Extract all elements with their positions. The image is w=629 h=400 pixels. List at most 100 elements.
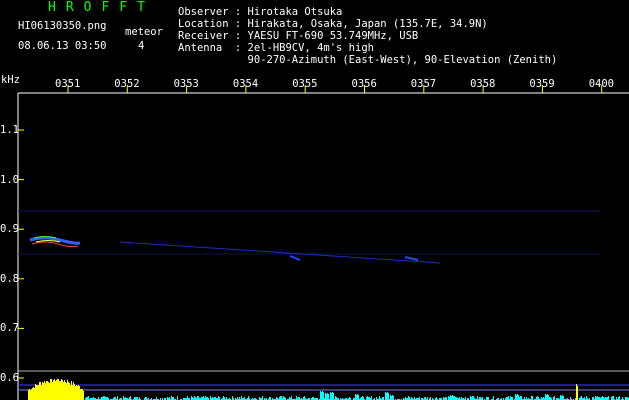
level-bar: [65, 382, 66, 400]
level-bar: [187, 396, 188, 400]
level-bar: [367, 396, 368, 400]
level-bar: [515, 394, 516, 400]
file-name: HI06130350.png: [18, 20, 107, 32]
level-bar: [547, 394, 548, 400]
level-bar: [54, 379, 55, 400]
level-bar: [218, 396, 219, 400]
date-time: 08.06.13 03:50: [18, 40, 107, 52]
level-bar: [41, 385, 42, 400]
level-bar: [586, 396, 587, 400]
level-bar: [55, 381, 56, 400]
level-bar: [331, 393, 332, 400]
level-bar: [42, 382, 43, 400]
level-bar: [61, 379, 62, 400]
level-bar: [328, 394, 329, 400]
level-bar: [327, 393, 328, 400]
level-bar: [453, 396, 454, 400]
level-bar: [56, 380, 57, 400]
level-bar: [37, 385, 38, 400]
meteor-echo-1: [29, 236, 81, 248]
level-bar: [387, 392, 388, 400]
level-bar: [76, 385, 77, 400]
level-bar: [191, 396, 192, 400]
location-line: Location : Hirakata, Osaka, Japan (135.7…: [178, 18, 488, 30]
time-tick-label: 0358: [470, 78, 496, 90]
level-bar: [291, 396, 292, 400]
level-bar: [75, 386, 76, 400]
antenna-line: Antenna : 2el-HB9CV, 4m's high: [178, 42, 374, 54]
level-bar: [171, 396, 172, 400]
level-bar: [198, 396, 199, 400]
freq-tick-label: 0.6: [0, 372, 19, 384]
level-bar: [393, 396, 394, 400]
level-bar: [280, 396, 281, 400]
level-bar: [560, 395, 561, 400]
level-bar: [177, 396, 178, 400]
level-bar: [325, 393, 326, 400]
level-bar: [63, 382, 64, 400]
level-bar: [232, 396, 233, 400]
time-tick-label: 0351: [55, 78, 81, 90]
level-bar: [46, 381, 47, 400]
level-bar: [357, 394, 358, 400]
level-bar: [508, 396, 509, 400]
level-bar: [477, 396, 478, 400]
level-bar: [521, 396, 522, 400]
level-bar: [563, 396, 564, 400]
level-bar: [103, 396, 104, 400]
level-bar: [516, 395, 517, 400]
level-bar: [39, 382, 40, 400]
level-bar: [281, 396, 282, 400]
freq-tick-label: 1.0: [0, 173, 19, 186]
level-bar: [117, 396, 118, 400]
level-bar: [321, 392, 322, 400]
receiver-line: Receiver : YAESU FT-690 53.749MHz, USB: [178, 30, 419, 42]
level-bar: [390, 395, 391, 400]
level-bar: [241, 396, 242, 400]
level-bar: [31, 389, 32, 400]
level-bar: [68, 382, 69, 400]
level-bar: [333, 393, 334, 400]
time-tick-label: 0354: [232, 78, 259, 90]
level-bar: [49, 383, 50, 400]
level-bar: [548, 395, 549, 400]
level-bar: [66, 383, 67, 400]
meteor-count: 4: [138, 40, 145, 52]
level-bar: [581, 396, 582, 400]
level-bar: [613, 396, 614, 400]
level-bar: [130, 396, 131, 400]
unit-label: kHz: [1, 74, 20, 86]
level-bar: [388, 393, 389, 400]
level-bar: [32, 388, 33, 400]
level-bar: [78, 385, 79, 400]
level-bar: [47, 381, 48, 400]
level-bar: [597, 396, 598, 400]
level-bar: [44, 381, 45, 400]
level-bar: [450, 395, 451, 400]
level-bar: [385, 392, 386, 400]
level-bar: [248, 396, 249, 400]
time-tick-label: 0357: [410, 78, 437, 90]
level-bar: [64, 380, 65, 400]
level-bar: [510, 396, 511, 400]
level-bar: [472, 396, 473, 400]
level-bar: [70, 385, 71, 400]
level-bar: [35, 384, 36, 400]
level-bar: [554, 396, 555, 400]
meteor-echo-4: [404, 256, 419, 261]
level-bar: [537, 396, 538, 400]
level-bar: [323, 392, 324, 400]
level-bar: [36, 385, 37, 400]
level-bar: [561, 396, 562, 400]
level-bar: [470, 396, 471, 400]
level-bar: [223, 396, 224, 400]
level-bar: [71, 381, 72, 400]
level-bar: [619, 396, 620, 400]
level-bar: [83, 391, 84, 400]
freq-tick-label: 0.9: [0, 223, 19, 236]
level-bar: [74, 384, 75, 400]
level-bar: [52, 382, 53, 400]
level-bar: [72, 385, 73, 400]
level-bar: [123, 396, 124, 400]
level-bar: [391, 396, 392, 400]
